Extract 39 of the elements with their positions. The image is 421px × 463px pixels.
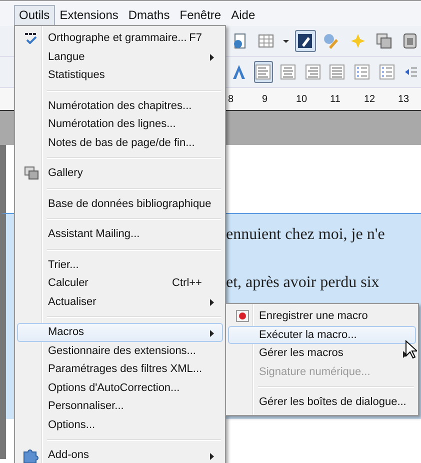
spellcheck-icon — [24, 32, 38, 44]
ruler-number: 8 — [228, 94, 235, 104]
menu-item[interactable]: Actualiser — [17, 292, 223, 311]
document-text: et, après avoir perdu six — [226, 274, 380, 292]
ruler-number: 13 — [398, 94, 410, 104]
ruler-number: 9 — [262, 94, 269, 104]
ruler-number: 10 — [296, 94, 308, 104]
menu-item[interactable]: Calculer Ctrl++ — [17, 274, 223, 292]
menu-item[interactable]: Enregistrer une macro — [228, 307, 416, 326]
menu-item[interactable]: Add-ons — [17, 446, 223, 463]
menu-item[interactable]: Gallery — [17, 164, 223, 182]
menu-bar-item[interactable]: Dmaths — [123, 4, 175, 26]
menu-item[interactable]: Gérer les boîtes de dialogue... — [228, 393, 416, 412]
menu-item[interactable]: Options d'AutoCorrection... — [17, 378, 223, 397]
menu-item[interactable]: Notes de bas de page/de fin... — [17, 134, 223, 152]
menu-bar-item[interactable]: Fenêtre — [174, 4, 226, 26]
record-icon — [236, 310, 248, 322]
menu-item[interactable]: Gestionnaire des extensions... — [17, 342, 223, 360]
menu-bar-item[interactable]: Aide — [226, 4, 260, 26]
menu-item[interactable]: Trier... — [17, 256, 223, 274]
gallery-icon — [24, 166, 38, 180]
align-left-icon[interactable] — [254, 61, 274, 83]
document-text: ennuient chez moi, je n'e — [226, 226, 386, 244]
menu-item[interactable]: Assistant Mailing... — [17, 225, 223, 244]
ruler-number: 12 — [364, 94, 376, 104]
puzzle-icon — [23, 448, 39, 463]
menu-item[interactable]: Personnaliser... — [17, 397, 223, 416]
menu-item[interactable]: Paramétrages des filtres XML... — [17, 360, 223, 378]
menu-bar-item[interactable]: Outils — [14, 4, 55, 26]
menu-item[interactable]: Macros — [17, 323, 223, 342]
menu-item[interactable]: Options... — [17, 416, 223, 434]
drawing-tool-icon[interactable] — [294, 30, 316, 52]
ruler-number: 11 — [330, 94, 342, 104]
mouse-pointer-icon — [405, 340, 417, 359]
menu-item[interactable]: Numérotation des chapitres... — [17, 96, 223, 115]
menu-item[interactable]: Base de données bibliographique — [17, 194, 223, 213]
menu-bar-item[interactable]: Extensions — [54, 4, 124, 26]
menu-item[interactable]: Exécuter la macro... — [228, 326, 416, 344]
menu-item[interactable]: Langue — [17, 48, 223, 66]
